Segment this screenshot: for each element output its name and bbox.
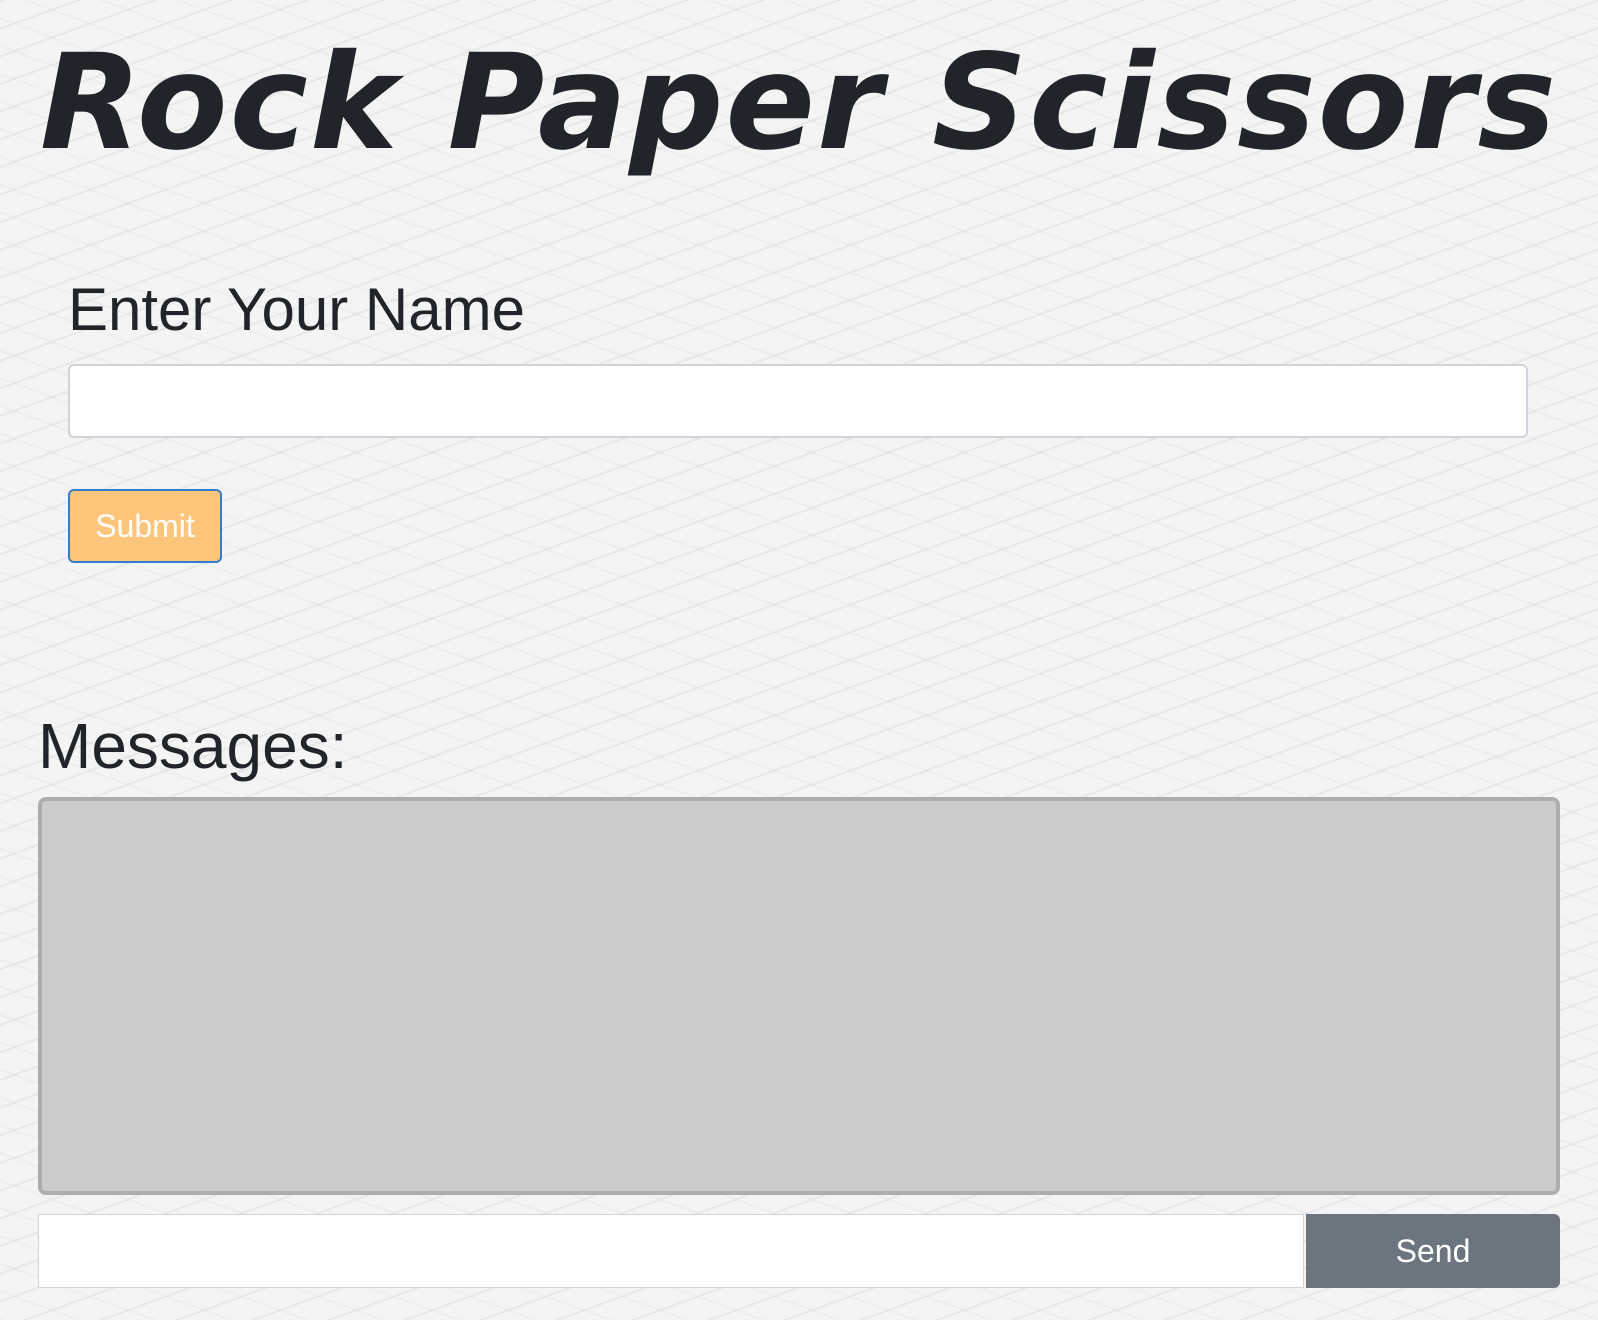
page-title: Rock Paper Scissors: [39, 26, 1559, 180]
name-input[interactable]: [68, 364, 1528, 438]
name-label: Enter Your Name: [68, 276, 525, 343]
messages-label: Messages:: [38, 710, 348, 782]
send-button[interactable]: Send: [1306, 1214, 1560, 1288]
messages-box[interactable]: [38, 797, 1560, 1195]
message-input[interactable]: [38, 1214, 1304, 1288]
submit-button[interactable]: Submit: [68, 489, 222, 563]
